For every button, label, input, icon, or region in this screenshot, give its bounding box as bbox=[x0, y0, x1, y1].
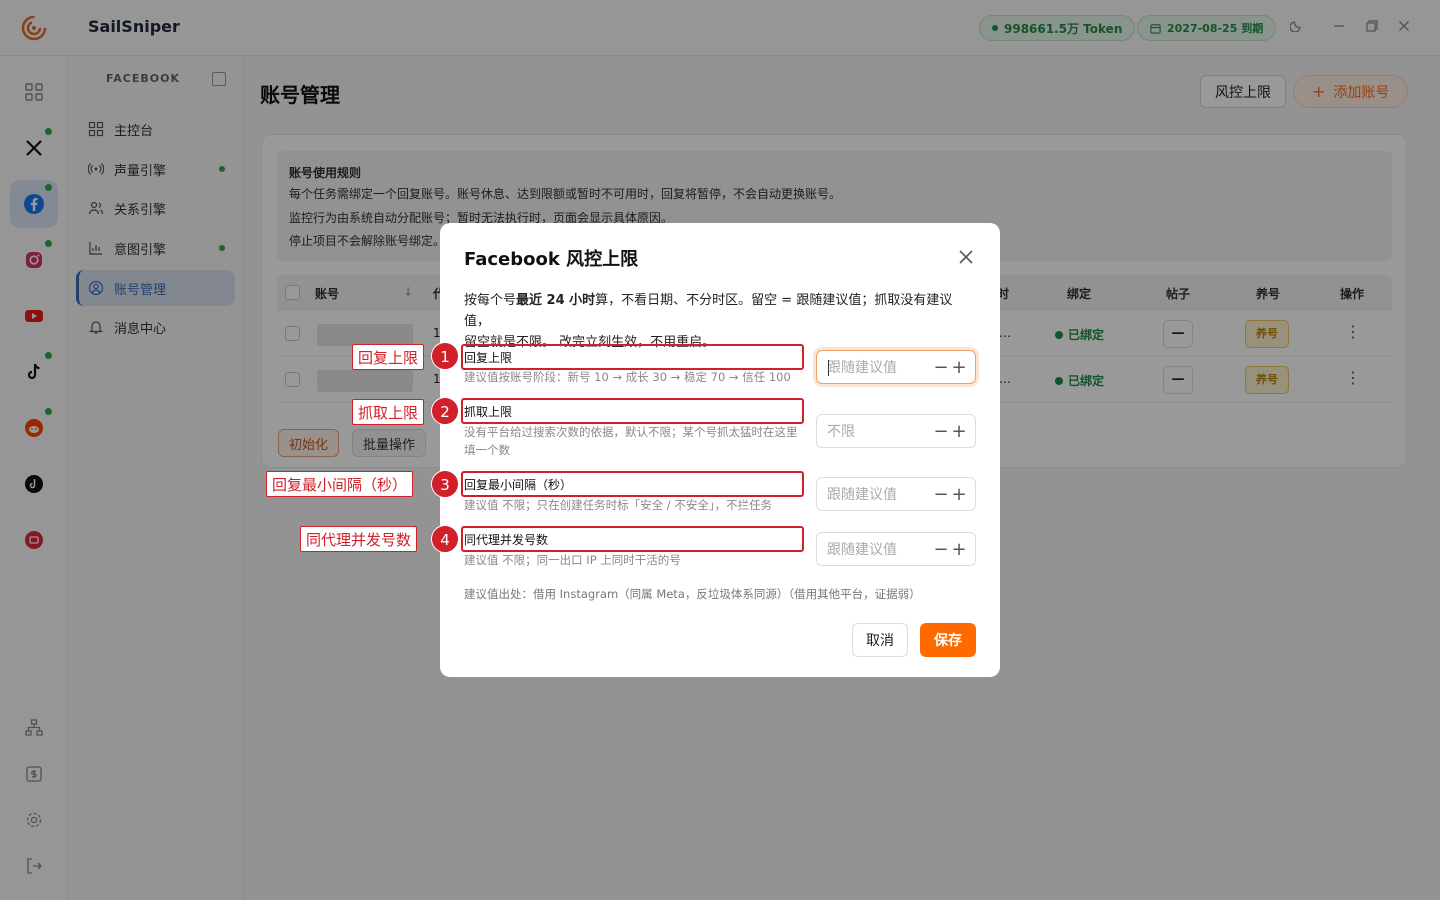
annotation-tag: 回复上限 bbox=[352, 344, 425, 370]
annotation-tag: 回复最小间隔（秒） bbox=[266, 471, 414, 497]
modal-title: Facebook 风控上限 bbox=[464, 249, 639, 270]
increment-button[interactable]: + bbox=[950, 358, 968, 378]
reply-limit-hint: 建议值按账号阶段：新号 10 → 成长 30 → 稳定 70 → 信任 100 bbox=[464, 370, 791, 384]
annotation-box bbox=[461, 344, 804, 370]
increment-button[interactable]: + bbox=[950, 422, 968, 442]
annotation-number: 3 bbox=[431, 470, 459, 498]
suggestion-source-note: 建议值出处：借用 Instagram（同属 Meta，反垃圾体系同源）（借用其他… bbox=[464, 587, 921, 601]
decrement-button[interactable]: − bbox=[932, 485, 950, 505]
fetch-limit-input[interactable] bbox=[827, 422, 927, 442]
annotation-box bbox=[461, 526, 804, 552]
increment-button[interactable]: + bbox=[950, 540, 968, 560]
decrement-button[interactable]: − bbox=[932, 422, 950, 442]
text-caret bbox=[828, 360, 829, 376]
close-icon[interactable] bbox=[956, 247, 976, 267]
desc-bold-text: 最近 24 小时 bbox=[516, 293, 596, 308]
reply-interval-stepper[interactable]: − + bbox=[816, 477, 976, 511]
desc-text: 按每个号 bbox=[464, 293, 517, 308]
decrement-button[interactable]: − bbox=[932, 358, 950, 378]
annotation-number: 2 bbox=[431, 397, 459, 425]
annotation-tag: 同代理并发号数 bbox=[300, 526, 418, 552]
fetch-limit-hint: 没有平台给过搜索次数的依据，默认不限；某个号抓太猛时在这里填一个数 bbox=[464, 425, 798, 457]
annotation-box bbox=[461, 398, 804, 424]
annotation-number: 1 bbox=[431, 342, 459, 370]
reply-limit-input[interactable] bbox=[827, 358, 927, 378]
reply-interval-input[interactable] bbox=[827, 485, 927, 505]
reply-limit-stepper[interactable]: − + bbox=[816, 350, 976, 384]
fetch-limit-stepper[interactable]: − + bbox=[816, 414, 976, 448]
save-button[interactable]: 保存 bbox=[920, 623, 976, 657]
proxy-concurrency-input[interactable] bbox=[827, 540, 927, 560]
increment-button[interactable]: + bbox=[950, 485, 968, 505]
decrement-button[interactable]: − bbox=[932, 540, 950, 560]
proxy-concurrency-stepper[interactable]: − + bbox=[816, 532, 976, 566]
annotation-tag: 抓取上限 bbox=[352, 399, 425, 425]
annotation-number: 4 bbox=[431, 525, 459, 553]
reply-interval-hint: 建议值 不限；只在创建任务时标「安全 / 不安全」，不拦任务 bbox=[464, 498, 773, 512]
proxy-concurrency-hint: 建议值 不限；同一出口 IP 上同时干活的号 bbox=[464, 553, 681, 567]
risk-limit-modal: Facebook 风控上限 按每个号最近 24 小时算，不看日期、不分时区。留空… bbox=[440, 223, 1000, 677]
cancel-button[interactable]: 取消 bbox=[852, 623, 908, 657]
annotation-box bbox=[461, 471, 804, 497]
